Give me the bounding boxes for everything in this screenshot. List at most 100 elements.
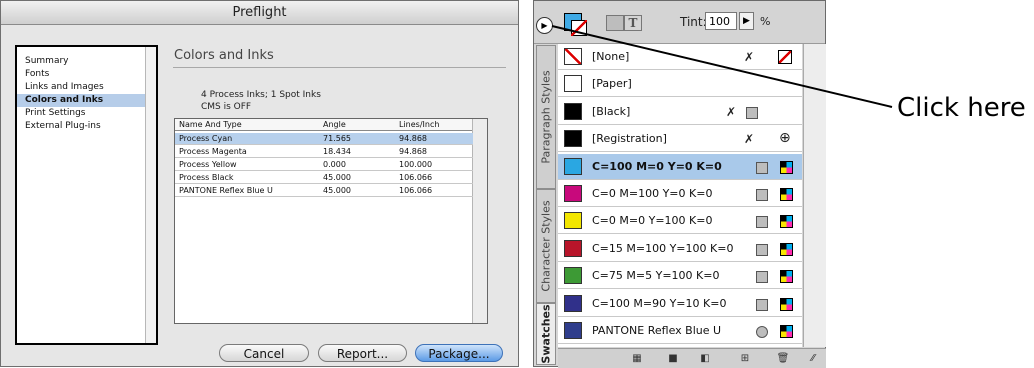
preflight-sidebar: Summary Fonts Links and Images Colors and I… [15,45,158,345]
tab-label: Paragraph Styles [539,70,553,164]
column-header-angle: Angle [323,120,346,129]
swatch-row[interactable]: C=100 M=90 Y=10 K=0 [558,291,802,317]
cancel-button[interactable]: Cancel [219,344,309,362]
table-row[interactable]: Process Cyan 71.565 94.868 [175,133,473,145]
swatch-row[interactable]: C=75 M=5 Y=100 K=0 [558,263,802,290]
column-header-name: Name And Type [179,120,242,129]
ink-name: Process Magenta [179,147,247,156]
ink-angle: 71.565 [323,134,351,143]
callout-label: Click here [897,93,1026,123]
swatch-color-chip [564,267,582,285]
table-header[interactable]: Name And Type Angle Lines/Inch [175,119,473,131]
show-all-swatches-icon[interactable]: ▦ [626,351,648,366]
swatch-row[interactable]: PANTONE Reflex Blue U [558,318,802,344]
ink-angle: 45.000 [323,173,351,182]
ink-angle: 18.434 [323,147,351,156]
process-color-icon [756,243,768,256]
tab-swatches[interactable]: Swatches [536,303,556,365]
tab-label: Character Styles [539,200,553,292]
swatch-color-chip [564,102,582,120]
delete-swatch-icon[interactable]: 🗑 [772,351,794,366]
report-button[interactable]: Report... [318,344,407,362]
swatch-row[interactable]: [None] ✗ [558,44,802,70]
no-edit-icon: ✗ [726,104,737,119]
formatting-container-icon[interactable] [606,15,624,31]
swatch-name: [Registration] [592,132,667,146]
ink-lines-per-inch: 106.066 [399,173,433,182]
column-header-lines: Lines/Inch [399,120,440,129]
swatch-name: C=0 M=0 Y=100 K=0 [592,214,713,228]
new-swatch-icon[interactable]: ⊞ [734,351,756,366]
swatch-name: C=0 M=100 Y=0 K=0 [592,187,713,200]
swatches-footer: ▦ ■ ◧ ⊞ 🗑 ⁄⁄ [558,348,826,368]
ink-lines-per-inch: 106.066 [399,186,433,195]
resize-grip-icon[interactable]: ⁄⁄ [802,351,824,366]
sidebar-item[interactable]: Colors and Inks [17,94,145,107]
cmyk-mode-icon [780,188,793,201]
swatch-color-chip [564,294,582,312]
tint-slider-arrow-icon[interactable]: ▶ [739,12,754,30]
process-color-icon [756,189,768,201]
swatch-row[interactable]: C=15 M=100 Y=100 K=0 [558,236,802,262]
spot-color-icon [746,106,758,119]
tab-paragraph-styles[interactable]: Paragraph Styles [536,45,556,189]
swatch-color-chip [564,48,582,65]
process-color-icon [756,161,768,174]
table-row[interactable]: PANTONE Reflex Blue U 45.000 106.066 [175,185,473,197]
ink-lines-per-inch: 94.868 [399,147,427,156]
swatch-color-chip [564,185,582,202]
swatch-row[interactable]: C=100 M=0 Y=0 K=0 [558,153,802,180]
section-title: Colors and Inks [174,48,274,63]
sidebar-item[interactable]: External Plug-ins [17,120,145,133]
cmyk-mode-icon [780,325,793,338]
swatch-row[interactable]: [Registration] ✗ ⊕ [558,126,802,153]
none-color-icon [778,50,792,64]
swatch-row[interactable]: [Paper] [558,71,802,98]
cmyk-mode-icon [780,242,793,256]
sidebar-item[interactable]: Links and Images [17,81,145,94]
formatting-text-icon[interactable]: T [624,15,642,31]
panel-menu-button[interactable]: ▶ [536,17,553,34]
table-row[interactable]: Process Yellow 0.000 100.000 [175,159,473,171]
swatch-color-chip [564,130,582,148]
package-button[interactable]: Package... [415,344,503,362]
sidebar-scrollbar[interactable] [145,47,156,343]
ink-name: Process Yellow [179,160,237,169]
tab-character-styles[interactable]: Character Styles [536,189,556,303]
ink-angle: 45.000 [323,186,351,195]
cmyk-mode-icon [780,270,793,284]
ink-angle: 0.000 [323,160,346,169]
stroke-swatch-icon[interactable] [571,20,587,36]
swatch-name: [None] [592,50,630,63]
swatch-row[interactable]: C=0 M=100 Y=0 K=0 [558,181,802,207]
preflight-dialog: Preflight Summary Fonts Links and Images Co… [0,0,519,367]
swatch-name: C=15 M=100 Y=100 K=0 [592,241,734,255]
swatch-row[interactable]: [Black] ✗ [558,99,802,125]
swatch-name: C=100 M=90 Y=10 K=0 [592,296,727,310]
show-gradient-swatches-icon[interactable]: ◧ [694,351,716,366]
cmyk-mode-icon [780,215,793,229]
ink-name: PANTONE Reflex Blue U [179,186,273,195]
sidebar-item[interactable]: Fonts [17,68,145,81]
no-edit-icon: ✗ [744,50,755,64]
swatch-name: C=100 M=0 Y=0 K=0 [592,159,722,173]
ink-summary: 4 Process Inks; 1 Spot Inks [201,90,321,100]
swatch-list-scrollbar[interactable] [803,44,826,347]
swatch-name: [Paper] [592,77,632,91]
tint-input[interactable]: 100 [705,12,737,30]
sidebar-item[interactable]: Summary [17,55,145,68]
swatch-color-chip [564,157,582,175]
table-row[interactable]: Process Black 45.000 106.066 [175,172,473,184]
table-row[interactable]: Process Magenta 18.434 94.868 [175,146,473,158]
cmyk-mode-icon [780,297,793,311]
registration-icon: ⊕ [779,130,791,147]
ink-lines-per-inch: 94.868 [399,134,427,143]
show-color-swatches-icon[interactable]: ■ [662,351,684,366]
sidebar-item[interactable]: Print Settings [17,107,145,120]
swatch-row[interactable]: C=0 M=0 Y=100 K=0 [558,208,802,235]
table-scrollbar[interactable] [472,119,487,323]
process-color-icon [756,271,768,284]
process-color-icon [756,216,768,229]
ink-lines-per-inch: 100.000 [399,160,433,169]
fill-stroke-icon[interactable] [564,13,588,37]
